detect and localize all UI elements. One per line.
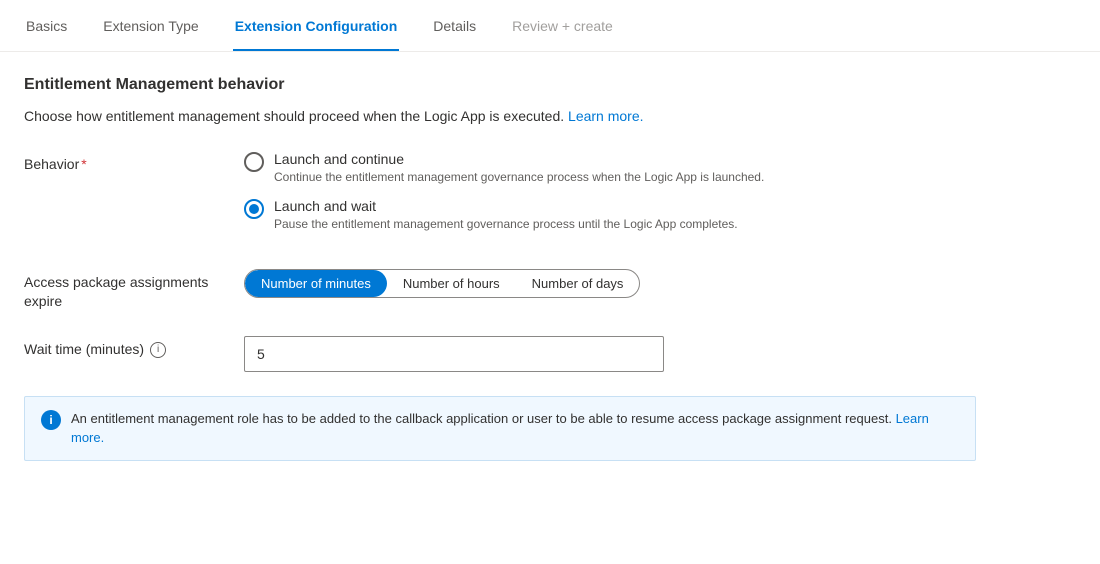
expire-toggle-group: Number of minutes Number of hours Number…	[244, 269, 640, 298]
radio-circle-launch-continue[interactable]	[244, 152, 264, 172]
radio-launch-wait[interactable]: Launch and wait Pause the entitlement ma…	[244, 198, 944, 233]
behavior-form-row: Behavior* Launch and continue Continue t…	[24, 151, 976, 245]
description-text: Choose how entitlement management should…	[24, 106, 976, 127]
toggle-group-container: Number of minutes Number of hours Number…	[244, 269, 944, 298]
toggle-hours[interactable]: Number of hours	[387, 270, 516, 297]
section-title: Entitlement Management behavior	[24, 76, 976, 94]
radio-launch-continue[interactable]: Launch and continue Continue the entitle…	[244, 151, 944, 186]
tab-details[interactable]: Details	[431, 0, 478, 51]
description-learn-more-link[interactable]: Learn more.	[568, 108, 643, 124]
radio-desc-launch-continue: Continue the entitlement management gove…	[274, 169, 764, 186]
nav-tabs: Basics Extension Type Extension Configur…	[0, 0, 1100, 52]
wait-time-input-container	[244, 336, 944, 372]
radio-label-launch-wait: Launch and wait	[274, 198, 738, 214]
tab-basics[interactable]: Basics	[24, 0, 69, 51]
toggle-minutes[interactable]: Number of minutes	[245, 270, 387, 297]
tab-extension-config[interactable]: Extension Configuration	[233, 0, 400, 51]
main-content: Entitlement Management behavior Choose h…	[0, 52, 1000, 485]
radio-label-launch-continue: Launch and continue	[274, 151, 764, 167]
tab-review-create: Review + create	[510, 0, 615, 51]
radio-circle-launch-wait[interactable]	[244, 199, 264, 219]
wait-time-form-row: Wait time (minutes) i	[24, 336, 976, 372]
wait-time-input[interactable]	[244, 336, 664, 372]
info-icon: i	[41, 410, 61, 430]
wait-time-info-icon[interactable]: i	[150, 342, 166, 358]
behavior-options: Launch and continue Continue the entitle…	[244, 151, 944, 245]
behavior-label: Behavior*	[24, 151, 244, 175]
required-star: *	[81, 156, 86, 172]
access-package-form-row: Access package assignments expire Number…	[24, 269, 976, 312]
wait-time-label: Wait time (minutes) i	[24, 336, 244, 360]
info-banner-text: An entitlement management role has to be…	[71, 409, 959, 448]
access-package-label: Access package assignments expire	[24, 269, 244, 312]
info-banner: i An entitlement management role has to …	[24, 396, 976, 461]
toggle-days[interactable]: Number of days	[516, 270, 640, 297]
tab-extension-type[interactable]: Extension Type	[101, 0, 200, 51]
radio-desc-launch-wait: Pause the entitlement management governa…	[274, 216, 738, 233]
